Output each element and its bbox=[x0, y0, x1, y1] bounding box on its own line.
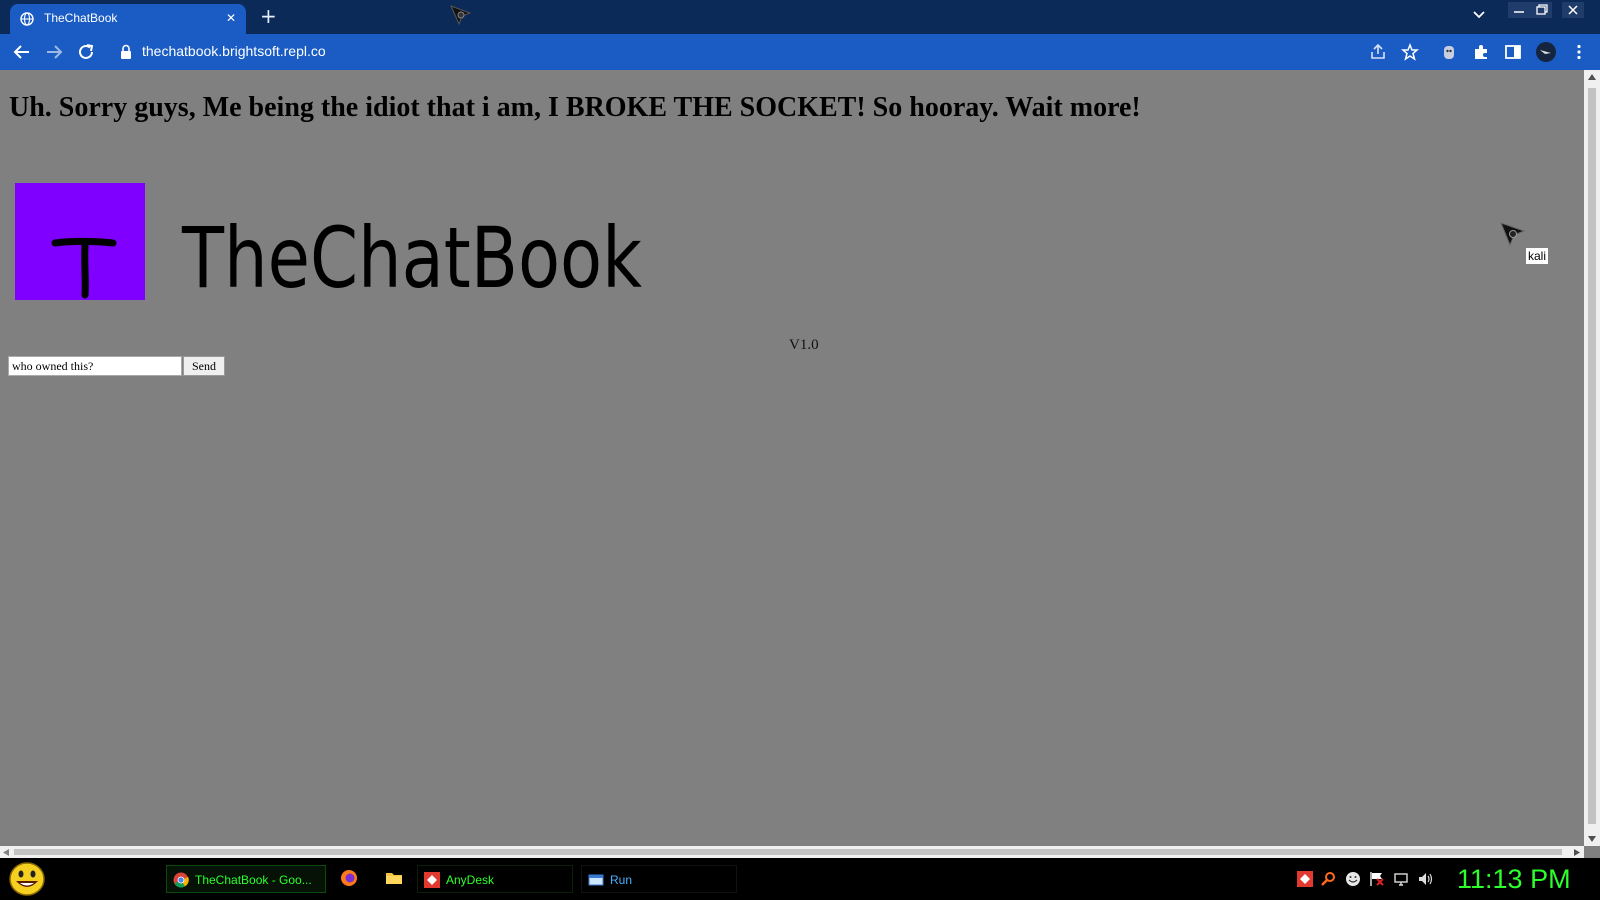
anydesk-tray-icon[interactable] bbox=[1297, 871, 1313, 887]
scroll-right-arrow-icon[interactable] bbox=[1574, 849, 1580, 856]
svg-text:TheChatBook: TheChatBook bbox=[181, 209, 642, 305]
address-bar[interactable]: thechatbook.brightsoft.repl.co bbox=[142, 43, 326, 59]
taskbar-clock[interactable]: 11:13 PM bbox=[1457, 864, 1571, 894]
browser-toolbar: thechatbook.brightsoft.repl.co bbox=[0, 34, 1600, 70]
bookmark-star-icon[interactable] bbox=[1401, 43, 1419, 61]
back-arrow-icon[interactable] bbox=[13, 43, 31, 61]
smiley-start-icon[interactable] bbox=[8, 862, 46, 896]
logo-wordmark: TheChatBook bbox=[181, 209, 642, 305]
minimize-icon[interactable] bbox=[1508, 2, 1530, 18]
flag-tray-icon[interactable] bbox=[1369, 871, 1385, 887]
restore-icon[interactable] bbox=[1530, 2, 1552, 18]
share-icon[interactable] bbox=[1369, 43, 1387, 61]
page-headline: Uh. Sorry guys, Me being the idiot that … bbox=[9, 92, 1141, 123]
version-label: V1.0 bbox=[789, 337, 819, 353]
browser-tab-strip: TheChatBook ✕ + bbox=[0, 0, 1600, 34]
taskbar-item-anydesk[interactable]: AnyDesk bbox=[417, 865, 573, 893]
logo-letter: T bbox=[49, 233, 117, 299]
taskbar-item-label: TheChatBook - Goo... bbox=[195, 873, 312, 887]
vertical-scroll-thumb[interactable] bbox=[1588, 88, 1596, 824]
puzzle-extensions-icon[interactable] bbox=[1472, 43, 1490, 61]
logo-mark: T bbox=[15, 183, 145, 300]
taskbar-item-label: AnyDesk bbox=[446, 873, 495, 887]
smiley-tray-icon[interactable] bbox=[1345, 871, 1361, 887]
plus-icon[interactable]: + bbox=[260, 5, 277, 27]
browser-tab[interactable]: TheChatBook ✕ bbox=[10, 4, 246, 34]
reload-icon[interactable] bbox=[77, 43, 95, 61]
anydesk-icon bbox=[424, 872, 440, 888]
taskbar-item-run[interactable]: Run bbox=[581, 865, 737, 893]
search-tray-icon[interactable] bbox=[1320, 871, 1336, 887]
globe-icon bbox=[20, 12, 34, 26]
firefox-icon[interactable] bbox=[340, 869, 358, 887]
folder-icon[interactable] bbox=[385, 869, 403, 887]
profile-avatar-icon[interactable] bbox=[1535, 41, 1557, 63]
horizontal-scroll-thumb[interactable] bbox=[14, 849, 1562, 855]
side-panel-icon[interactable] bbox=[1504, 43, 1522, 61]
chrome-icon bbox=[173, 872, 189, 888]
remote-cursor-label: kali bbox=[1526, 248, 1549, 264]
vertical-scrollbar[interactable] bbox=[1584, 70, 1600, 846]
run-icon bbox=[588, 874, 604, 886]
more-menu-icon[interactable] bbox=[1570, 43, 1588, 61]
taskbar: TheChatBook - Goo... AnyDesk Run 11:13 P… bbox=[0, 858, 1600, 900]
lock-icon[interactable] bbox=[120, 44, 132, 60]
page-viewport: Uh. Sorry guys, Me being the idiot that … bbox=[0, 70, 1584, 846]
close-icon[interactable]: ✕ bbox=[226, 11, 236, 25]
tab-title: TheChatBook bbox=[44, 11, 118, 25]
horizontal-scrollbar[interactable] bbox=[0, 846, 1584, 858]
taskbar-item-label: Run bbox=[610, 873, 633, 887]
scroll-up-arrow-icon[interactable] bbox=[1588, 74, 1596, 80]
remote-cursor-icon bbox=[1500, 222, 1526, 247]
scroll-down-arrow-icon[interactable] bbox=[1588, 836, 1596, 842]
forward-arrow-icon[interactable] bbox=[45, 43, 63, 61]
volume-tray-icon[interactable] bbox=[1417, 871, 1433, 887]
close-window-icon[interactable] bbox=[1562, 2, 1584, 18]
chevron-down-icon[interactable] bbox=[1472, 8, 1486, 22]
scroll-left-arrow-icon[interactable] bbox=[3, 849, 9, 856]
network-tray-icon[interactable] bbox=[1393, 871, 1409, 887]
taskbar-item-chrome[interactable]: TheChatBook - Goo... bbox=[166, 865, 326, 893]
send-button[interactable]: Send bbox=[183, 356, 225, 376]
chat-message-input[interactable] bbox=[8, 356, 182, 376]
remote-cursor-icon bbox=[450, 5, 472, 26]
svg-text:T: T bbox=[49, 233, 50, 234]
extension-mascot-icon[interactable] bbox=[1440, 43, 1458, 61]
